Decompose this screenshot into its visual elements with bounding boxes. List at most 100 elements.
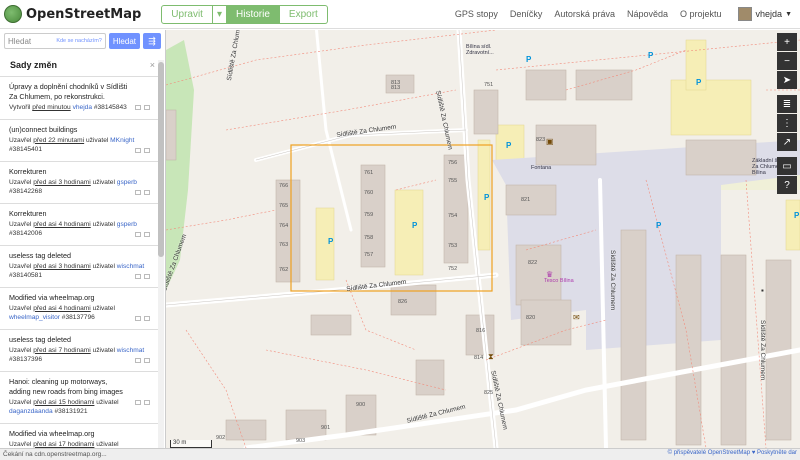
changeset-user-link[interactable]: daganzdaanda <box>9 408 53 415</box>
search-button[interactable]: Hledat <box>108 33 140 49</box>
list-item[interactable]: Modified via wheelmap.org Uzavřel před as… <box>0 286 158 329</box>
user-menu[interactable]: vhejda ▼ <box>737 7 792 21</box>
nav-help[interactable]: Nápověda <box>627 9 668 19</box>
meta-prefix: Vytvořil <box>9 104 33 111</box>
directions-icon[interactable]: ⇶ <box>143 33 161 49</box>
changeset-user-link[interactable]: wischmat <box>117 347 144 354</box>
parking-icon: P <box>656 221 662 230</box>
list-item[interactable]: Úpravy a doplnění chodníků v Sídlišti Za… <box>0 76 158 119</box>
changeset-user-link[interactable]: gsperb <box>117 221 137 228</box>
parking-icon: P <box>526 55 532 64</box>
house-number: 760 <box>364 190 374 196</box>
comment-icon <box>135 147 141 153</box>
changeset-list: Úpravy a doplnění chodníků v Sídlišti Za… <box>0 76 165 448</box>
comment-icons <box>135 399 150 405</box>
post-icon[interactable]: ✉ <box>573 313 580 322</box>
changeset-meta: Vytvořil před minutou vhejda #38145843 <box>9 103 148 113</box>
house-number: 816 <box>476 328 486 334</box>
changeset-user-link[interactable]: gsperb <box>117 179 137 186</box>
changeset-time: před asi 17 hodinami <box>33 440 95 448</box>
logo-icon <box>4 5 22 23</box>
list-item[interactable]: Modified via wheelmap.org Uzavřel před as… <box>0 422 158 449</box>
legend-icon[interactable]: ⋮ <box>777 114 797 132</box>
changeset-time: před asi 3 hodinami <box>33 262 91 270</box>
changeset-user-link[interactable]: wheelmap_visitor <box>9 314 60 321</box>
map-svg: P P P P P P P P P <box>166 30 800 448</box>
nav-links: GPS stopy Deníčky Autorská práva Nápověd… <box>449 9 728 19</box>
changeset-time: před asi 4 hodinami <box>33 220 91 228</box>
top-header: OpenStreetMap Upravit ▾ Historie Export … <box>0 0 800 29</box>
changeset-user-link[interactable]: vhejda <box>73 104 92 111</box>
search-input[interactable]: Hledat Kde se nacházím? <box>4 33 106 49</box>
map-canvas[interactable]: P P P P P P P P P Sídliště Za Chlumem Sídliště Za… <box>166 30 800 448</box>
comment-icon <box>135 399 141 405</box>
changeset-meta: Uzavřel před asi 7 hodinami uživatel wis… <box>9 346 148 365</box>
house-number: 761 <box>364 170 374 176</box>
export-button[interactable]: Export <box>279 4 328 24</box>
changeset-description: useless tag deleted <box>9 250 71 260</box>
changeset-meta: Uzavřel před asi 17 hodinami uživatel <box>9 440 148 449</box>
changeset-meta: Uzavřel před 22 minutami uživatel MKnigh… <box>9 136 148 155</box>
parking-icon: P <box>696 78 702 87</box>
house-number: 903 <box>296 438 306 444</box>
toilet-icon[interactable]: ⧗ <box>488 352 494 362</box>
nav-diaries[interactable]: Deníčky <box>510 9 543 19</box>
changeset-id: #38142268 <box>9 188 43 195</box>
list-item[interactable]: useless tag deleted Uzavřel před asi 7 ho… <box>0 328 158 371</box>
shop-icon[interactable]: ♛ <box>546 270 553 279</box>
logo[interactable]: OpenStreetMap <box>4 0 141 29</box>
parking-icon: P <box>506 141 512 150</box>
nav-gps-traces[interactable]: GPS stopy <box>455 9 498 19</box>
nav-about[interactable]: O projektu <box>680 9 722 19</box>
house-number: 901 <box>321 425 331 431</box>
meta-prefix: Uzavřel <box>9 304 34 312</box>
edit-dropdown-button[interactable]: ▾ <box>212 4 227 24</box>
changeset-meta: Uzavřel před asi 3 hodinami uživatel wis… <box>9 262 148 281</box>
zoom-out-icon[interactable]: − <box>777 52 797 70</box>
scrollbar-thumb[interactable] <box>158 62 164 257</box>
comment-icons <box>135 189 150 195</box>
poi-label-fontana[interactable]: Fontana <box>531 165 551 171</box>
parking-icon: P <box>412 221 418 230</box>
share-icon[interactable]: ↗ <box>777 133 797 151</box>
poi-label-bus2[interactable]: Zdravotní... <box>466 50 494 56</box>
user-name: vhejda <box>755 9 783 19</box>
changeset-meta: Uzavřel před asi 15 hodinami uživatel da… <box>9 398 148 417</box>
locate-icon[interactable]: ➤ <box>777 71 797 89</box>
edit-button[interactable]: Upravit <box>161 4 213 24</box>
house-number: 763 <box>279 242 289 248</box>
query-icon[interactable]: ? <box>777 176 797 194</box>
where-am-i-link[interactable]: Kde se nacházím? <box>56 38 102 44</box>
point-icon[interactable]: ▪ <box>761 286 764 295</box>
close-icon[interactable]: × <box>150 60 155 70</box>
scrollbar[interactable] <box>158 60 164 448</box>
history-button[interactable]: Historie <box>227 4 280 24</box>
nav-copyright[interactable]: Autorská práva <box>554 9 615 19</box>
house-number: 813 <box>391 85 401 91</box>
layers-icon[interactable]: ≣ <box>777 95 797 113</box>
restaurant-icon[interactable]: ▣ <box>546 137 554 146</box>
changeset-description: (un)connect buildings <box>9 124 78 134</box>
house-number: 753 <box>448 243 458 249</box>
list-item[interactable]: Korrekturen Uzavřel před asi 3 hodinami u… <box>0 160 158 203</box>
note-icon[interactable]: ▭ <box>777 157 797 175</box>
changeset-user-link[interactable]: wischmat <box>117 263 144 270</box>
changeset-id: #38137796 <box>61 314 95 321</box>
list-item[interactable]: (un)connect buildings Uzavřel před 22 min… <box>0 118 158 161</box>
list-item[interactable]: useless tag deleted Uzavřel před asi 3 ho… <box>0 244 158 287</box>
changeset-user-link[interactable]: MKnight <box>110 137 134 144</box>
zoom-in-icon[interactable]: + <box>777 33 797 51</box>
list-item[interactable]: Korrekturen Uzavřel před asi 4 hodinami u… <box>0 202 158 245</box>
changes-icon <box>144 147 150 153</box>
changes-icon <box>144 399 150 405</box>
changeset-meta: Uzavřel před asi 4 hodinami uživatel gsp… <box>9 220 148 239</box>
changesets-header: Sady změn × <box>0 52 165 76</box>
house-number: 826 <box>398 299 408 305</box>
attribution[interactable]: © přispěvatelé OpenStreetMap ♥ Poskytnět… <box>668 450 797 456</box>
house-number: 756 <box>448 160 458 166</box>
meta-mid: uživatel <box>84 136 111 144</box>
list-item[interactable]: Hanoi: cleaning up motorways, adding new… <box>0 370 158 423</box>
map-controls: + − ➤ ≣ ⋮ ↗ ▭ ? <box>777 33 797 195</box>
meta-mid: uživatel <box>94 440 119 448</box>
house-number: 754 <box>448 213 458 219</box>
